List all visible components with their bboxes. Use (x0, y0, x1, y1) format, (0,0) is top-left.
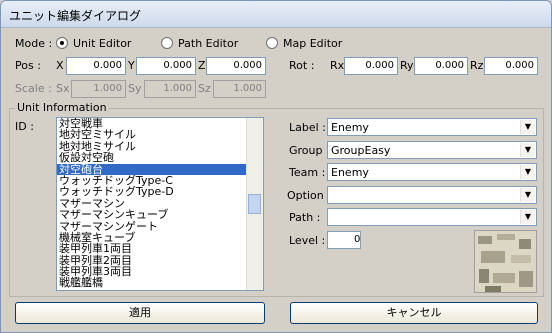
list-item[interactable]: 仮設対空砲 (57, 152, 263, 164)
label-combo[interactable]: Enemy ▼ (327, 118, 537, 136)
scale-x-input: 1.000 (71, 80, 126, 98)
rot-x-input[interactable]: 0.000 (344, 57, 398, 75)
option-combo[interactable]: ▼ (327, 186, 537, 204)
list-item[interactable]: マザーマシンキューブ (57, 209, 263, 221)
label-combo-value: Enemy (331, 121, 369, 134)
radio-path-editor[interactable] (161, 37, 173, 49)
team-field-label: Team : (289, 166, 326, 179)
group-combo-value: GroupEasy (331, 144, 391, 157)
radio-path-editor-label[interactable]: Path Editor (178, 37, 238, 50)
pos-label: Pos : (15, 59, 41, 72)
rot-z-label: Rz (470, 59, 484, 72)
scrollbar-thumb[interactable] (248, 194, 261, 214)
pos-y-label: Y (128, 59, 135, 72)
rot-x-label: Rx (330, 59, 345, 72)
unit-id-list[interactable]: 対空戦車 地対空ミサイル 地対地ミサイル 仮設対空砲 対空砲台 ウォッチドッグType-C… (56, 117, 264, 291)
path-field-label: Path : (289, 211, 321, 224)
chevron-down-icon[interactable]: ▼ (520, 188, 535, 202)
unit-preview-image (474, 230, 537, 293)
chevron-down-icon[interactable]: ▼ (520, 165, 535, 179)
level-field-label: Level : (289, 234, 326, 247)
rot-z-input[interactable]: 0.000 (484, 57, 538, 75)
chevron-down-icon[interactable]: ▼ (520, 143, 535, 157)
path-combo[interactable]: ▼ (327, 208, 537, 226)
radio-map-editor-label[interactable]: Map Editor (283, 37, 342, 50)
radio-map-editor[interactable] (266, 37, 278, 49)
radio-unit-editor[interactable] (56, 37, 68, 49)
group-field-label: Group : (289, 144, 330, 157)
team-combo-value: Enemy (331, 166, 369, 179)
pos-x-label: X (56, 59, 64, 72)
level-input[interactable]: 0 (327, 231, 361, 249)
label-field-label: Label : (289, 121, 326, 134)
pos-x-input[interactable]: 0.000 (66, 57, 126, 75)
apply-button[interactable]: 適用 (15, 302, 265, 324)
chevron-down-icon[interactable]: ▼ (520, 120, 535, 134)
rot-y-label: Ry (400, 59, 414, 72)
option-field-label: Option : (287, 189, 331, 202)
scale-y-label: Sy (128, 82, 142, 95)
title-bar[interactable]: ユニット編集ダイアログ (1, 1, 551, 28)
pos-z-input[interactable]: 0.000 (206, 57, 266, 75)
list-item[interactable]: 装甲列車1両目 (57, 243, 263, 255)
group-combo[interactable]: GroupEasy ▼ (327, 141, 537, 159)
window-title: ユニット編集ダイアログ (9, 9, 142, 23)
scale-z-label: Sz (198, 82, 211, 95)
pos-y-input[interactable]: 0.000 (136, 57, 196, 75)
mode-label: Mode : (15, 37, 53, 50)
scale-label: Scale : (15, 82, 52, 95)
list-item[interactable]: 戦艦艦橋 (57, 277, 263, 289)
scale-x-label: Sx (56, 82, 70, 95)
unit-info-title: Unit Information (15, 101, 109, 114)
list-scrollbar[interactable] (246, 118, 263, 290)
chevron-down-icon[interactable]: ▼ (520, 210, 535, 224)
radio-unit-editor-label[interactable]: Unit Editor (73, 37, 131, 50)
team-combo[interactable]: Enemy ▼ (327, 163, 537, 181)
scale-z-input: 1.000 (213, 80, 266, 98)
dialog-window: ユニット編集ダイアログ Mode : Unit Editor Path Edit… (0, 0, 552, 333)
id-label: ID : (15, 120, 34, 133)
rot-label: Rot : (289, 59, 315, 72)
scale-y-input: 1.000 (144, 80, 196, 98)
cancel-button[interactable]: キャンセル (290, 302, 538, 324)
rot-y-input[interactable]: 0.000 (414, 57, 468, 75)
pos-z-label: Z (198, 59, 206, 72)
